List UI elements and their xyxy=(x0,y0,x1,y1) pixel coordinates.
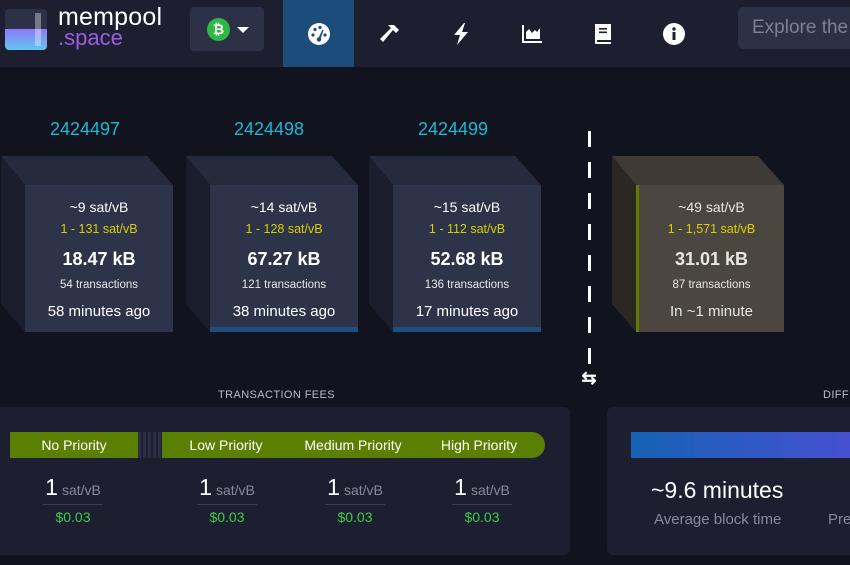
fees-title: TRANSACTION FEES xyxy=(218,389,336,401)
difficulty-progress-bar xyxy=(631,432,850,458)
fee-range: 1 - 112 sat/vB xyxy=(428,222,506,236)
fee-value: 1 xyxy=(199,474,212,500)
fee-tier-high: High Priority xyxy=(440,437,518,453)
nav-lightning[interactable] xyxy=(425,0,496,67)
fee-low-priority: 1 sat/vB $0.03 xyxy=(177,474,277,525)
book-icon xyxy=(594,23,611,44)
eta: In ~1 minute xyxy=(670,303,753,320)
average-block-time-label: Average block time xyxy=(654,511,782,528)
bitcoin-icon: ₿ xyxy=(207,18,230,41)
nav-dashboard[interactable] xyxy=(283,0,354,67)
block-time: 17 minutes ago xyxy=(415,303,519,320)
fee-tiers-bar: Low Priority Medium Priority High Priori… xyxy=(162,432,545,458)
fee-value: 1 xyxy=(454,474,467,500)
previous-adjustment-label: Pre xyxy=(828,511,850,528)
fee-range: 1 - 128 sat/vB xyxy=(245,222,323,236)
block-card[interactable]: ~9 sat/vB 1 - 131 sat/vB 18.47 kB 54 tra… xyxy=(1,156,173,332)
hammer-icon xyxy=(379,24,399,42)
block-size: 18.47 kB xyxy=(62,249,136,269)
fee-usd: $0.03 xyxy=(55,509,91,525)
nav-docs[interactable] xyxy=(567,0,638,67)
average-block-time-value: ~9.6 minutes xyxy=(651,477,784,503)
fee-unit: sat/vB xyxy=(343,482,383,498)
nav-graphs[interactable] xyxy=(496,0,567,67)
tachometer-icon xyxy=(307,22,330,45)
fee-tier-low: Low Priority xyxy=(189,437,263,453)
fee-tier-no-priority: No Priority xyxy=(10,432,138,458)
median-fee: ~9 sat/vB xyxy=(69,199,129,215)
block-card[interactable]: ~14 sat/vB 1 - 128 sat/vB 67.27 kB 121 t… xyxy=(186,156,358,332)
brand-name: mempool .space xyxy=(58,5,162,49)
navbar: mempool .space ₿ xyxy=(0,0,850,67)
median-fee: ~14 sat/vB xyxy=(250,199,318,215)
transaction-count: 136 transactions xyxy=(424,279,510,291)
block-card[interactable]: ~15 sat/vB 1 - 112 sat/vB 52.68 kB 136 t… xyxy=(369,156,541,332)
transaction-count: 87 transactions xyxy=(672,279,751,291)
nav-mining[interactable] xyxy=(354,0,425,67)
mempool-block-card[interactable]: ~49 sat/vB 1 - 1,571 sat/vB 31.01 kB 87 … xyxy=(612,156,784,332)
block-size: 31.01 kB xyxy=(674,249,749,269)
block-fullness-bar xyxy=(393,327,541,332)
nav-about[interactable] xyxy=(638,0,709,67)
search-input[interactable] xyxy=(738,7,850,49)
fee-usd: $0.03 xyxy=(337,509,373,525)
block-time: 38 minutes ago xyxy=(232,303,336,320)
block-size: 52.68 kB xyxy=(430,249,504,269)
fee-usd: $0.03 xyxy=(464,509,500,525)
mempool-logo-icon xyxy=(5,9,47,50)
fee-value: 1 xyxy=(45,474,58,500)
fee-gap xyxy=(138,432,162,458)
median-fee: ~49 sat/vB xyxy=(678,199,745,215)
fee-range: 1 - 131 sat/vB xyxy=(60,222,138,236)
fee-unit: sat/vB xyxy=(215,482,255,498)
area-chart-icon xyxy=(521,24,542,43)
median-fee: ~15 sat/vB xyxy=(433,199,501,215)
fee-usd: $0.03 xyxy=(209,509,245,525)
info-circle-icon xyxy=(662,22,685,45)
fee-range: 1 - 1,571 sat/vB xyxy=(667,222,756,236)
fee-value: 1 xyxy=(327,474,340,500)
transaction-count: 54 transactions xyxy=(60,279,138,291)
fee-unit: sat/vB xyxy=(61,482,101,498)
mempool-divider xyxy=(588,131,591,365)
swap-direction-icon[interactable]: ⇆ xyxy=(579,368,599,388)
fee-tier-medium: Medium Priority xyxy=(304,437,402,453)
fee-high-priority: 1 sat/vB $0.03 xyxy=(432,474,532,525)
block-height-link[interactable]: 2424499 xyxy=(378,119,528,140)
caret-down-icon xyxy=(237,27,249,33)
fee-no-priority: 1 sat/vB $0.03 xyxy=(23,474,123,525)
transaction-count: 121 transactions xyxy=(241,279,327,291)
block-height-link[interactable]: 2424498 xyxy=(194,119,344,140)
network-selector-button[interactable]: ₿ xyxy=(190,7,264,51)
block-time: 58 minutes ago xyxy=(47,303,151,320)
block-size: 67.27 kB xyxy=(247,249,321,269)
fee-medium-priority: 1 sat/vB $0.03 xyxy=(305,474,405,525)
fee-unit: sat/vB xyxy=(470,482,510,498)
block-height-link[interactable]: 2424497 xyxy=(10,119,160,140)
bolt-icon xyxy=(453,22,468,45)
block-fullness-bar xyxy=(210,327,358,332)
difficulty-title: DIFF xyxy=(823,389,850,401)
